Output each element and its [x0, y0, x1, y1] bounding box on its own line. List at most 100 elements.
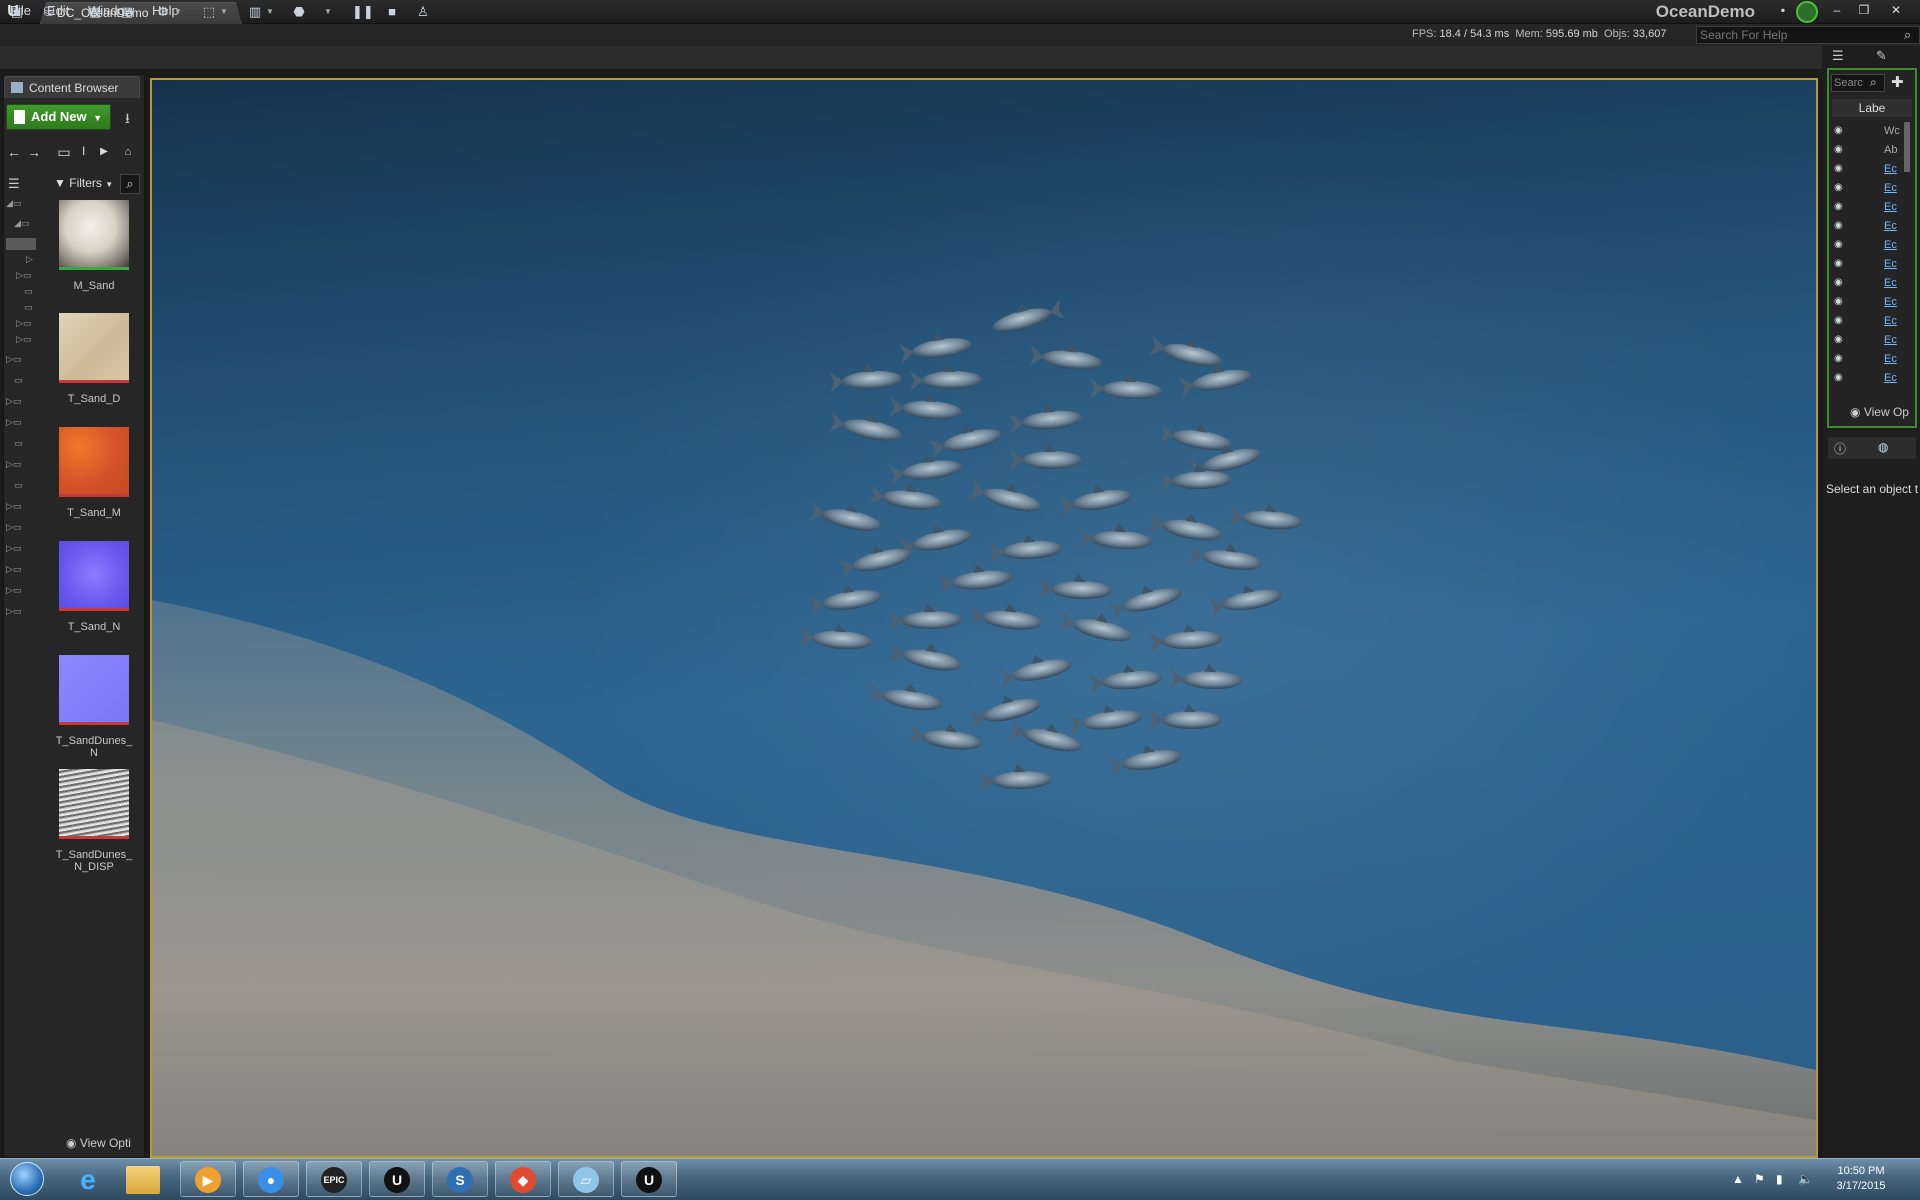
- outliner-search-input[interactable]: Searc: [1831, 74, 1885, 92]
- build-icon[interactable]: ⬣: [290, 3, 308, 21]
- outliner-row[interactable]: ◉ Wc: [1832, 122, 1912, 141]
- tree-folder[interactable]: ▷▭: [6, 417, 36, 431]
- start-button[interactable]: [4, 1160, 52, 1198]
- chevron-down-icon[interactable]: ▼: [266, 3, 274, 21]
- taskbar-media-player-button[interactable]: ▶: [180, 1161, 236, 1197]
- source-control-icon[interactable]: ⛁: [40, 3, 58, 21]
- folder-icon[interactable]: ▭: [56, 143, 72, 161]
- tray-clock[interactable]: 10:50 PM 3/17/2015: [1826, 1164, 1896, 1194]
- outliner-view-options-button[interactable]: ◉ View Op: [1850, 405, 1909, 419]
- tree-folder[interactable]: ▷▭: [6, 564, 36, 578]
- visibility-eye-icon[interactable]: ◉: [1834, 277, 1843, 288]
- visibility-eye-icon[interactable]: ◉: [1834, 353, 1843, 364]
- path-segment[interactable]: I: [82, 144, 85, 158]
- outliner-row[interactable]: ◉ Ec: [1832, 331, 1912, 350]
- tree-folder[interactable]: ▷▭: [16, 270, 46, 284]
- action-center-flag-icon[interactable]: ⚑: [1754, 1172, 1765, 1186]
- level-viewport[interactable]: [150, 78, 1818, 1158]
- tree-folder[interactable]: ▷▭: [16, 318, 46, 332]
- matinee-icon[interactable]: ▥: [246, 3, 264, 21]
- outliner-row[interactable]: ◉ Ec: [1832, 369, 1912, 388]
- outliner-row[interactable]: ◉ Ec: [1832, 198, 1912, 217]
- outliner-row[interactable]: ◉ Ec: [1832, 217, 1912, 236]
- visibility-eye-icon[interactable]: ◉: [1834, 296, 1843, 307]
- visibility-eye-icon[interactable]: ◉: [1834, 163, 1843, 174]
- source-control-status-icon[interactable]: [1796, 1, 1818, 23]
- marketplace-icon[interactable]: ▤: [118, 3, 136, 21]
- view-options-button[interactable]: ◉ View Opti: [66, 1136, 131, 1150]
- taskbar-chrome-button[interactable]: ●: [243, 1161, 299, 1197]
- volume-icon[interactable]: 🔈: [1798, 1172, 1813, 1186]
- search-icon[interactable]: ⌕: [1904, 27, 1911, 43]
- tree-folder[interactable]: ▷▭: [6, 501, 36, 515]
- chevron-down-icon[interactable]: ▼: [174, 3, 182, 21]
- save-icon[interactable]: ▣: [8, 3, 26, 21]
- taskbar-git-button[interactable]: ◆: [495, 1161, 551, 1197]
- asset-tile[interactable]: T_SandDunes_ N: [50, 655, 138, 759]
- file-explorer-icon[interactable]: [126, 1166, 160, 1194]
- search-icon[interactable]: ⌕: [120, 174, 140, 194]
- tray-chevron-up-icon[interactable]: ▲: [1732, 1172, 1744, 1186]
- asset-tile[interactable]: M_Sand: [50, 200, 138, 292]
- tree-folder[interactable]: ▷▭: [6, 585, 36, 599]
- visibility-eye-icon[interactable]: ◉: [1834, 182, 1843, 193]
- tree-folder-selected[interactable]: [6, 238, 36, 250]
- import-icon[interactable]: ⭳: [125, 108, 130, 132]
- chevron-down-icon[interactable]: ▼: [60, 3, 68, 21]
- stop-icon[interactable]: ■: [383, 3, 401, 21]
- visibility-eye-icon[interactable]: ◉: [1834, 334, 1843, 345]
- outliner-row[interactable]: ◉ Ec: [1832, 293, 1912, 312]
- details-icon[interactable]: ⓘ: [1834, 440, 1846, 457]
- tree-folder[interactable]: ▷▭: [6, 606, 36, 620]
- settings-icon[interactable]: ⚙: [154, 3, 172, 21]
- wrench-icon[interactable]: ✎: [1876, 48, 1887, 64]
- outliner-row[interactable]: ◉ Ab: [1832, 141, 1912, 160]
- visibility-eye-icon[interactable]: ◉: [1834, 315, 1843, 326]
- tree-folder[interactable]: ▷▭: [16, 334, 46, 348]
- sources-panel-icon[interactable]: ☰: [8, 176, 20, 192]
- forward-arrow-icon[interactable]: →: [26, 143, 42, 161]
- tree-folder[interactable]: ▭: [14, 375, 44, 389]
- tree-folder[interactable]: ▷▭: [6, 459, 36, 473]
- taskbar-unreal-engine-active-button[interactable]: U: [621, 1161, 677, 1197]
- visibility-eye-icon[interactable]: ◉: [1834, 220, 1843, 231]
- content-browser-tab[interactable]: Content Browser: [4, 76, 140, 98]
- close-icon[interactable]: ✕: [1885, 2, 1907, 18]
- chevron-down-icon[interactable]: ▼: [220, 3, 228, 21]
- tree-folder[interactable]: ▷▭: [6, 396, 36, 410]
- network-icon[interactable]: ▮: [1776, 1172, 1783, 1186]
- visibility-eye-icon[interactable]: ◉: [1834, 201, 1843, 212]
- help-search-input[interactable]: Search For Help: [1696, 26, 1920, 44]
- visibility-eye-icon[interactable]: ◉: [1834, 258, 1843, 269]
- outliner-row[interactable]: ◉ Ec: [1832, 350, 1912, 369]
- world-settings-icon[interactable]: ◍: [1878, 440, 1888, 454]
- visibility-eye-icon[interactable]: ◉: [1834, 239, 1843, 250]
- search-icon[interactable]: ⌕: [1870, 75, 1877, 90]
- outliner-row[interactable]: ◉ Ec: [1832, 236, 1912, 255]
- back-arrow-icon[interactable]: ←: [6, 143, 22, 161]
- pause-icon[interactable]: ❚❚: [352, 3, 374, 21]
- add-folder-icon[interactable]: ✚: [1891, 73, 1904, 91]
- outliner-label-column-header[interactable]: Labe: [1832, 99, 1912, 117]
- outliner-row[interactable]: ◉ Ec: [1832, 255, 1912, 274]
- taskbar-epic-games-button[interactable]: EPIC: [306, 1161, 362, 1197]
- eject-icon[interactable]: ♙: [414, 3, 432, 21]
- visibility-eye-icon[interactable]: ◉: [1834, 125, 1843, 136]
- tree-folder[interactable]: ▷▭: [6, 543, 36, 557]
- restore-icon[interactable]: ❐: [1853, 2, 1875, 18]
- visibility-eye-icon[interactable]: ◉: [1834, 144, 1843, 155]
- chevron-down-icon[interactable]: ▼: [324, 3, 332, 21]
- outliner-scrollbar[interactable]: [1904, 122, 1910, 172]
- visibility-eye-icon[interactable]: ◉: [1834, 372, 1843, 383]
- chevron-right-icon[interactable]: ▶: [96, 143, 112, 161]
- taskbar-notes-button[interactable]: ▱: [558, 1161, 614, 1197]
- taskbar-unreal-engine-button[interactable]: U: [369, 1161, 425, 1197]
- taskbar-sublime-button[interactable]: S: [432, 1161, 488, 1197]
- internet-explorer-icon[interactable]: e: [70, 1164, 106, 1196]
- tree-folder[interactable]: ▷▭: [6, 354, 36, 368]
- tree-folder[interactable]: ▭: [14, 480, 44, 494]
- tree-folder[interactable]: ◢▭: [14, 218, 44, 232]
- add-new-button[interactable]: Add New ▼: [6, 104, 111, 130]
- minimize-icon[interactable]: –: [1826, 2, 1848, 18]
- content-icon[interactable]: ▦: [86, 3, 104, 21]
